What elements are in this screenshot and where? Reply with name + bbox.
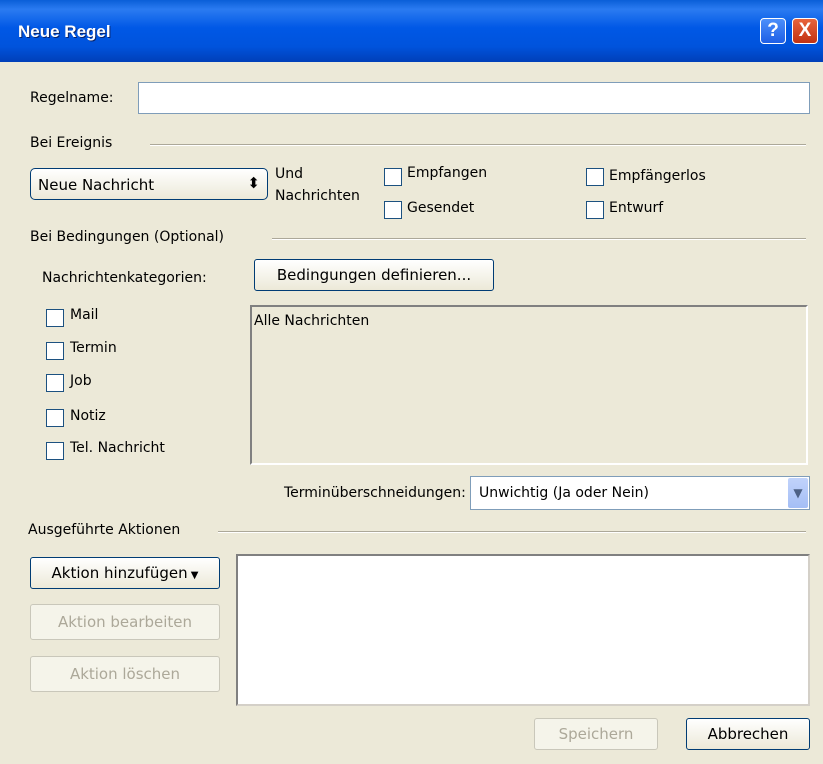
termin-checkbox[interactable] bbox=[46, 342, 64, 360]
empfangen-checkbox[interactable] bbox=[384, 168, 402, 186]
entwurf-checkbox[interactable] bbox=[586, 201, 604, 219]
close-icon[interactable]: X bbox=[792, 18, 818, 44]
termin-label[interactable]: Termin bbox=[70, 340, 117, 356]
event-section-heading: Bei Ereignis bbox=[30, 135, 113, 151]
overlap-select[interactable]: Unwichtig (Ja oder Nein) ▼ bbox=[470, 476, 810, 510]
empfangen-label[interactable]: Empfangen bbox=[407, 165, 487, 181]
tel-nachricht-label[interactable]: Tel. Nachricht bbox=[70, 440, 165, 456]
new-rule-dialog: Neue Regel ? X Regelname: Bei Ereignis N… bbox=[0, 0, 823, 764]
chevron-down-icon[interactable]: ▼ bbox=[788, 478, 808, 508]
conditions-section-heading: Bei Bedingungen (Optional) bbox=[30, 229, 224, 245]
categories-label: Nachrichtenkategorien: bbox=[42, 270, 207, 286]
event-section-divider bbox=[150, 144, 806, 146]
empfaengerlos-checkbox[interactable] bbox=[586, 168, 604, 186]
actions-section-divider bbox=[218, 531, 806, 533]
rule-name-label: Regelname: bbox=[30, 90, 114, 106]
window-title: Neue Regel bbox=[18, 22, 111, 41]
mail-checkbox[interactable] bbox=[46, 309, 64, 327]
delete-action-button[interactable]: Aktion löschen bbox=[30, 656, 220, 692]
conditions-list[interactable]: Alle Nachrichten bbox=[250, 305, 808, 465]
add-action-button[interactable]: Aktion hinzufügen ▼ bbox=[30, 557, 220, 589]
gesendet-label[interactable]: Gesendet bbox=[407, 200, 474, 216]
conditions-section-divider bbox=[272, 238, 806, 240]
job-checkbox[interactable] bbox=[46, 374, 64, 392]
mail-label[interactable]: Mail bbox=[70, 307, 98, 323]
und-label: Und bbox=[275, 166, 304, 182]
actions-list[interactable] bbox=[236, 554, 810, 706]
add-action-label: Aktion hinzufügen bbox=[51, 564, 188, 582]
rule-name-input[interactable] bbox=[138, 82, 810, 114]
edit-action-button[interactable]: Aktion bearbeiten bbox=[30, 604, 220, 640]
overlap-select-value: Unwichtig (Ja oder Nein) bbox=[479, 485, 649, 501]
title-bar[interactable]: Neue Regel ? X bbox=[0, 0, 823, 62]
empfaengerlos-label[interactable]: Empfängerlos bbox=[609, 168, 706, 184]
define-conditions-button[interactable]: Bedingungen definieren... bbox=[254, 259, 494, 291]
event-select[interactable]: Neue Nachricht ⬍ bbox=[30, 168, 268, 200]
help-icon[interactable]: ? bbox=[760, 18, 786, 44]
conditions-list-item[interactable]: Alle Nachrichten bbox=[254, 313, 369, 329]
overlap-label: Terminüberschneidungen: bbox=[284, 485, 466, 501]
cancel-button[interactable]: Abbrechen bbox=[686, 718, 810, 750]
updown-arrows-icon: ⬍ bbox=[247, 174, 260, 192]
notiz-label[interactable]: Notiz bbox=[70, 408, 106, 424]
save-button[interactable]: Speichern bbox=[534, 718, 658, 750]
dropdown-arrow-icon: ▼ bbox=[187, 570, 199, 581]
actions-section-heading: Ausgeführte Aktionen bbox=[28, 522, 181, 538]
entwurf-label[interactable]: Entwurf bbox=[609, 200, 663, 216]
gesendet-checkbox[interactable] bbox=[384, 201, 402, 219]
tel-nachricht-checkbox[interactable] bbox=[46, 442, 64, 460]
notiz-checkbox[interactable] bbox=[46, 409, 64, 427]
job-label[interactable]: Job bbox=[70, 373, 92, 389]
nachrichten-label: Nachrichten bbox=[275, 188, 360, 204]
event-select-value: Neue Nachricht bbox=[38, 176, 155, 194]
